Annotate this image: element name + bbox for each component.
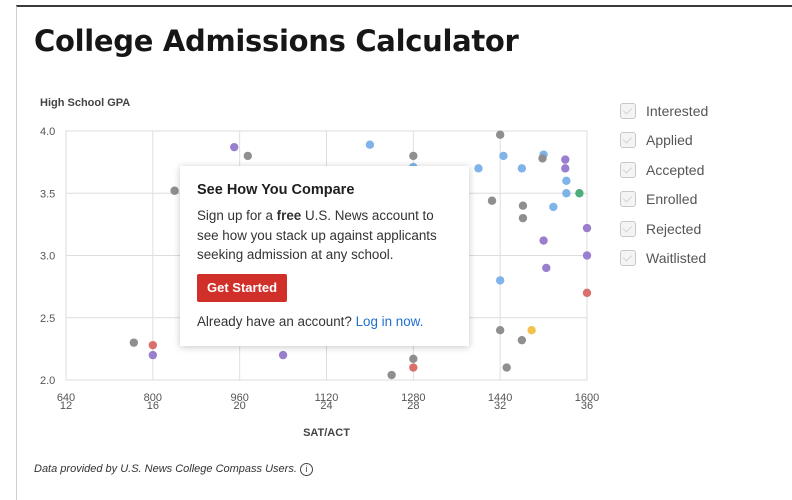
data-point	[170, 186, 179, 195]
checkbox-icon[interactable]	[620, 191, 636, 208]
data-point	[230, 142, 239, 152]
data-point	[538, 154, 547, 163]
popup-body-pre: Sign up for a	[197, 208, 277, 223]
data-point	[487, 196, 497, 205]
y-tick-label: 4.0	[40, 126, 55, 138]
data-point	[387, 370, 396, 380]
data-point	[527, 326, 536, 335]
legend-item-interested[interactable]: Interested	[620, 96, 708, 126]
x-tick-label-act: 20	[234, 400, 246, 412]
x-tick-label-act: 16	[147, 400, 159, 412]
data-point	[365, 140, 375, 149]
x-tick-label-act: 36	[581, 400, 593, 412]
footnote: Data provided by U.S. News College Compa…	[34, 463, 313, 476]
login-link[interactable]: Log in now.	[356, 314, 424, 329]
y-tick-label: 2.5	[40, 313, 55, 325]
checkbox-icon[interactable]	[620, 250, 636, 267]
y-tick-label: 2.0	[40, 375, 55, 387]
checkbox-icon[interactable]	[620, 102, 636, 119]
x-tick-label-act: 24	[320, 400, 332, 412]
signup-popup: See How You Compare Sign up for a free U…	[180, 166, 469, 346]
data-point	[148, 340, 158, 350]
legend-label: Accepted	[646, 161, 705, 178]
login-prompt: Already have an account? Log in now.	[197, 314, 453, 329]
popup-body: Sign up for a free U.S. News account to …	[197, 206, 453, 265]
x-axis-label: SAT/ACT	[303, 427, 350, 439]
data-point	[278, 350, 288, 360]
data-point	[539, 236, 548, 245]
popup-title: See How You Compare	[197, 182, 355, 198]
data-point	[517, 335, 527, 345]
data-point	[474, 164, 483, 173]
footnote-text: Data provided by U.S. News College Compa…	[34, 463, 297, 475]
legend-label: Enrolled	[646, 191, 698, 208]
get-started-button[interactable]: Get Started	[197, 273, 288, 302]
x-tick-label-act: 32	[494, 400, 506, 412]
legend-item-waitlisted[interactable]: Waitlisted	[620, 244, 708, 274]
data-point	[499, 151, 508, 161]
data-point	[148, 350, 158, 360]
data-point	[495, 326, 505, 335]
data-point	[502, 363, 511, 372]
y-tick-label: 3.0	[40, 251, 55, 263]
legend-item-rejected[interactable]: Rejected	[620, 214, 708, 244]
data-point	[409, 151, 418, 161]
data-point	[562, 189, 571, 198]
legend: Interested Applied Accepted Enrolled Rej…	[620, 96, 708, 273]
legend-label: Waitlisted	[646, 250, 707, 267]
data-point	[129, 338, 139, 347]
legend-label: Applied	[646, 132, 693, 149]
data-point	[518, 201, 528, 210]
data-point	[542, 263, 551, 273]
data-point	[409, 363, 418, 372]
data-point	[517, 164, 527, 173]
popup-body-bold: free	[276, 208, 302, 223]
data-point	[582, 223, 592, 233]
legend-item-enrolled[interactable]: Enrolled	[620, 185, 708, 215]
checkbox-icon[interactable]	[620, 132, 636, 149]
legend-label: Interested	[646, 102, 709, 119]
data-point	[582, 251, 592, 260]
data-point	[561, 164, 570, 173]
x-tick-label-act: 28	[407, 400, 419, 412]
checkbox-icon[interactable]	[620, 220, 636, 237]
data-point	[495, 130, 505, 139]
data-point	[243, 151, 253, 161]
data-point	[409, 354, 418, 364]
data-point	[495, 276, 505, 285]
login-prompt-text: Already have an account?	[197, 313, 352, 329]
y-tick-label: 3.5	[40, 188, 55, 200]
data-point	[518, 213, 528, 223]
data-point	[582, 288, 592, 298]
x-tick-label-act: 12	[60, 400, 72, 412]
y-axis-label: High School GPA	[40, 97, 130, 109]
data-point	[561, 155, 570, 164]
data-point	[575, 189, 584, 198]
info-icon[interactable]: i	[299, 463, 313, 476]
legend-item-accepted[interactable]: Accepted	[620, 155, 708, 185]
data-point	[549, 202, 558, 212]
data-point	[562, 176, 571, 185]
legend-label: Rejected	[646, 220, 702, 237]
legend-item-applied[interactable]: Applied	[620, 126, 708, 156]
checkbox-icon[interactable]	[620, 161, 636, 178]
